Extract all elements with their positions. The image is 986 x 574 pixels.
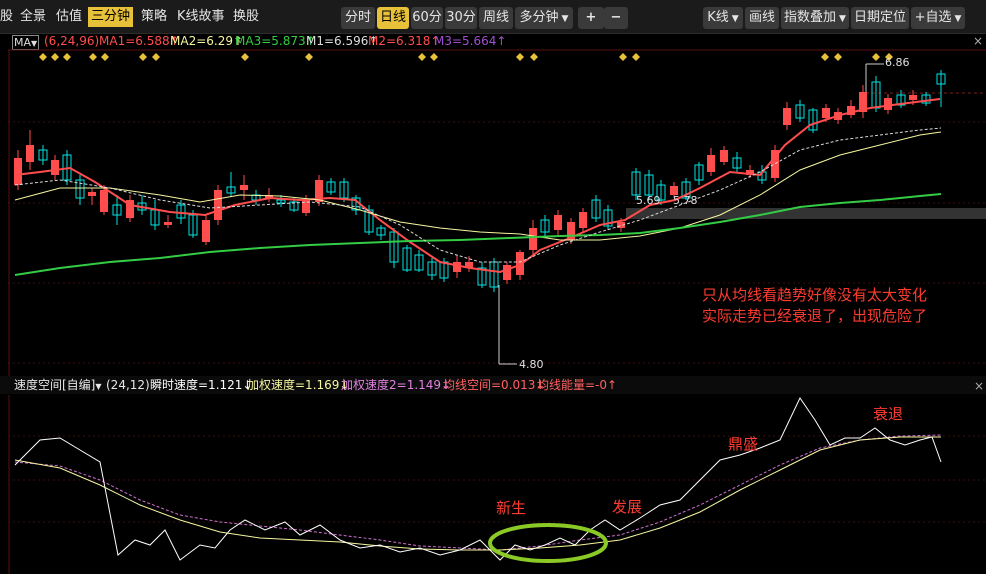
signal-diamond	[430, 53, 438, 61]
candle-body	[554, 215, 562, 230]
weighted-speed-value: 加权速度=1.169↓	[247, 378, 350, 392]
signal-diamond	[418, 53, 426, 61]
ma3-line	[14, 193, 942, 276]
candle-body	[529, 228, 537, 250]
indicator-values-bar: 速度空间[自编]▼ (24,12) 瞬时速度=1.121↓ 加权速度=1.169…	[0, 376, 986, 394]
signal-diamond	[632, 53, 640, 61]
candle-body	[202, 220, 210, 242]
candle-body	[822, 108, 830, 118]
weighted-speed2-value: 加权速度2=1.149↓	[341, 378, 452, 392]
moving-average-lines	[14, 98, 942, 276]
phase-born-label: 新生	[496, 499, 527, 517]
signal-diamond	[39, 53, 47, 61]
candle-body	[214, 190, 222, 220]
candle-body	[164, 222, 172, 225]
candle-body	[707, 155, 715, 172]
ma-space-value: 均线空间=0.013↓	[443, 378, 546, 392]
ma2-line	[14, 131, 942, 241]
ma1-line	[14, 98, 941, 274]
signal-diamond	[619, 53, 627, 61]
signal-diamond	[152, 53, 160, 61]
phase-peak-label: 鼎盛	[728, 435, 759, 453]
candle-body	[88, 192, 96, 196]
candle-body	[240, 185, 248, 190]
indicator-params: (24,12)	[106, 378, 150, 392]
candle-body	[100, 190, 108, 212]
annotation-line-2: 实际走势已经衰退了，出现危险了	[702, 307, 928, 325]
signal-diamond	[51, 53, 59, 61]
highlight-band	[626, 208, 986, 219]
weighted-speed2-line	[14, 434, 942, 551]
candle-body	[51, 160, 59, 175]
signal-markers	[39, 53, 893, 61]
signal-diamond	[530, 53, 538, 61]
signal-diamond	[305, 53, 313, 61]
candle-body	[909, 95, 917, 100]
trend-annotation: 只从均线看趋势好像没有太大变化 实际走势已经衰退了，出现危险了	[702, 285, 927, 327]
annotation-line-1: 只从均线看趋势好像没有太大变化	[702, 286, 928, 304]
candle-body	[720, 150, 728, 162]
candle-body	[783, 108, 791, 125]
signal-diamond	[101, 53, 109, 61]
candle-body	[26, 145, 34, 162]
close-icon[interactable]: ×	[974, 377, 984, 395]
candle-body	[579, 212, 587, 228]
indicator-name-label: 速度空间[自编]	[14, 378, 96, 392]
signal-diamond	[89, 53, 97, 61]
mid-price-label-1: 5.69	[636, 194, 661, 207]
mid-price-label-2: 5.78	[673, 194, 698, 207]
m-dashed-line	[14, 127, 942, 263]
signal-diamond	[516, 53, 524, 61]
instant-speed-line	[14, 396, 942, 561]
signal-diamond	[139, 53, 147, 61]
phase-decline-label: 衰退	[873, 405, 904, 423]
chevron-down-icon: ▼	[95, 382, 102, 391]
instant-speed-value: 瞬时速度=1.121↓	[150, 378, 253, 392]
signal-diamond	[821, 53, 829, 61]
candle-body	[884, 98, 892, 110]
signal-diamond	[241, 53, 249, 61]
weighted-speed-line	[14, 436, 941, 551]
signal-diamond	[872, 53, 880, 61]
candle-body	[453, 262, 461, 272]
signal-diamond	[63, 53, 71, 61]
high-price-label: 6.86	[885, 56, 910, 69]
phase-develop-label: 发展	[612, 498, 643, 516]
indicator-name[interactable]: 速度空间[自编]▼	[14, 376, 102, 396]
candle-body	[14, 158, 22, 185]
candle-body	[503, 265, 511, 280]
born-phase-ellipse	[488, 523, 608, 563]
signal-diamond	[834, 53, 842, 61]
ma-energy-value: 均线能量=-0↑	[537, 378, 618, 392]
low-price-label: 4.80	[519, 358, 544, 371]
